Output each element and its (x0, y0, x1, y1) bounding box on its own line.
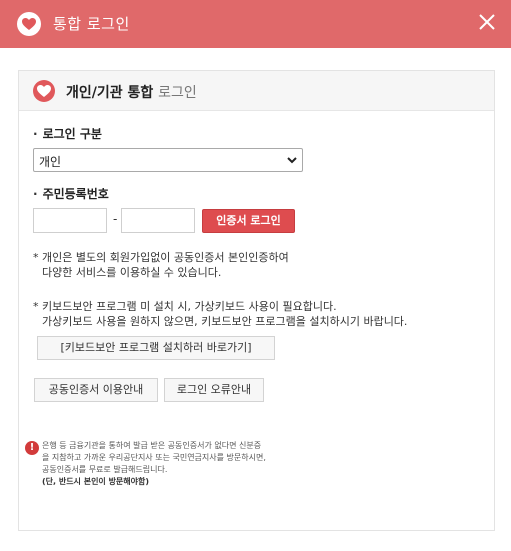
id-number-label: · 주민등록번호 (33, 187, 109, 201)
panel-title: 개인/기관 통합 로그인 (66, 82, 197, 102)
warning-text: 은행 등 금융기관을 통하여 발급 받은 공동인증서가 없다면 신분증 을 지참… (42, 441, 266, 486)
login-panel: 개인/기관 통합 로그인 · 로그인 구분 개인 · 주민등록번호 - 인증서 로그… (18, 70, 495, 531)
close-icon[interactable] (476, 10, 498, 34)
panel-title-sub: 로그인 (158, 85, 197, 101)
warning-icon: ! (25, 441, 39, 455)
panel-header: 개인/기관 통합 로그인 (19, 71, 494, 111)
note-signup: * 개인은 별도의 회원가입없이 공동인증서 본인인증하여 다양한 서비스를 이… (33, 251, 289, 279)
id-back-input[interactable] (121, 208, 195, 233)
id-dash: - (113, 212, 118, 226)
login-error-button[interactable]: 로그인 오류안내 (164, 378, 264, 402)
cert-guide-button[interactable]: 공동인증서 이용안내 (34, 378, 158, 402)
login-type-label: · 로그인 구분 (33, 127, 102, 141)
heart-chat-icon (17, 12, 41, 36)
title-bar: 통합 로그인 (0, 0, 511, 48)
install-keyboard-security-button[interactable]: [키보드보안 프로그램 설치하러 바로가기] (37, 336, 275, 360)
id-front-input[interactable] (33, 208, 107, 233)
heart-chat-icon (33, 80, 55, 102)
note-keyboard: * 키보드보안 프로그램 미 설치 시, 가상키보드 사용이 필요합니다. 가상… (33, 300, 408, 328)
chevron-down-icon (287, 157, 297, 164)
cert-login-button[interactable]: 인증서 로그인 (202, 209, 295, 233)
window-title: 통합 로그인 (53, 15, 130, 33)
login-type-select[interactable]: 개인 (33, 148, 303, 172)
panel-title-main: 개인/기관 통합 (66, 85, 154, 101)
login-type-value: 개인 (39, 155, 62, 169)
